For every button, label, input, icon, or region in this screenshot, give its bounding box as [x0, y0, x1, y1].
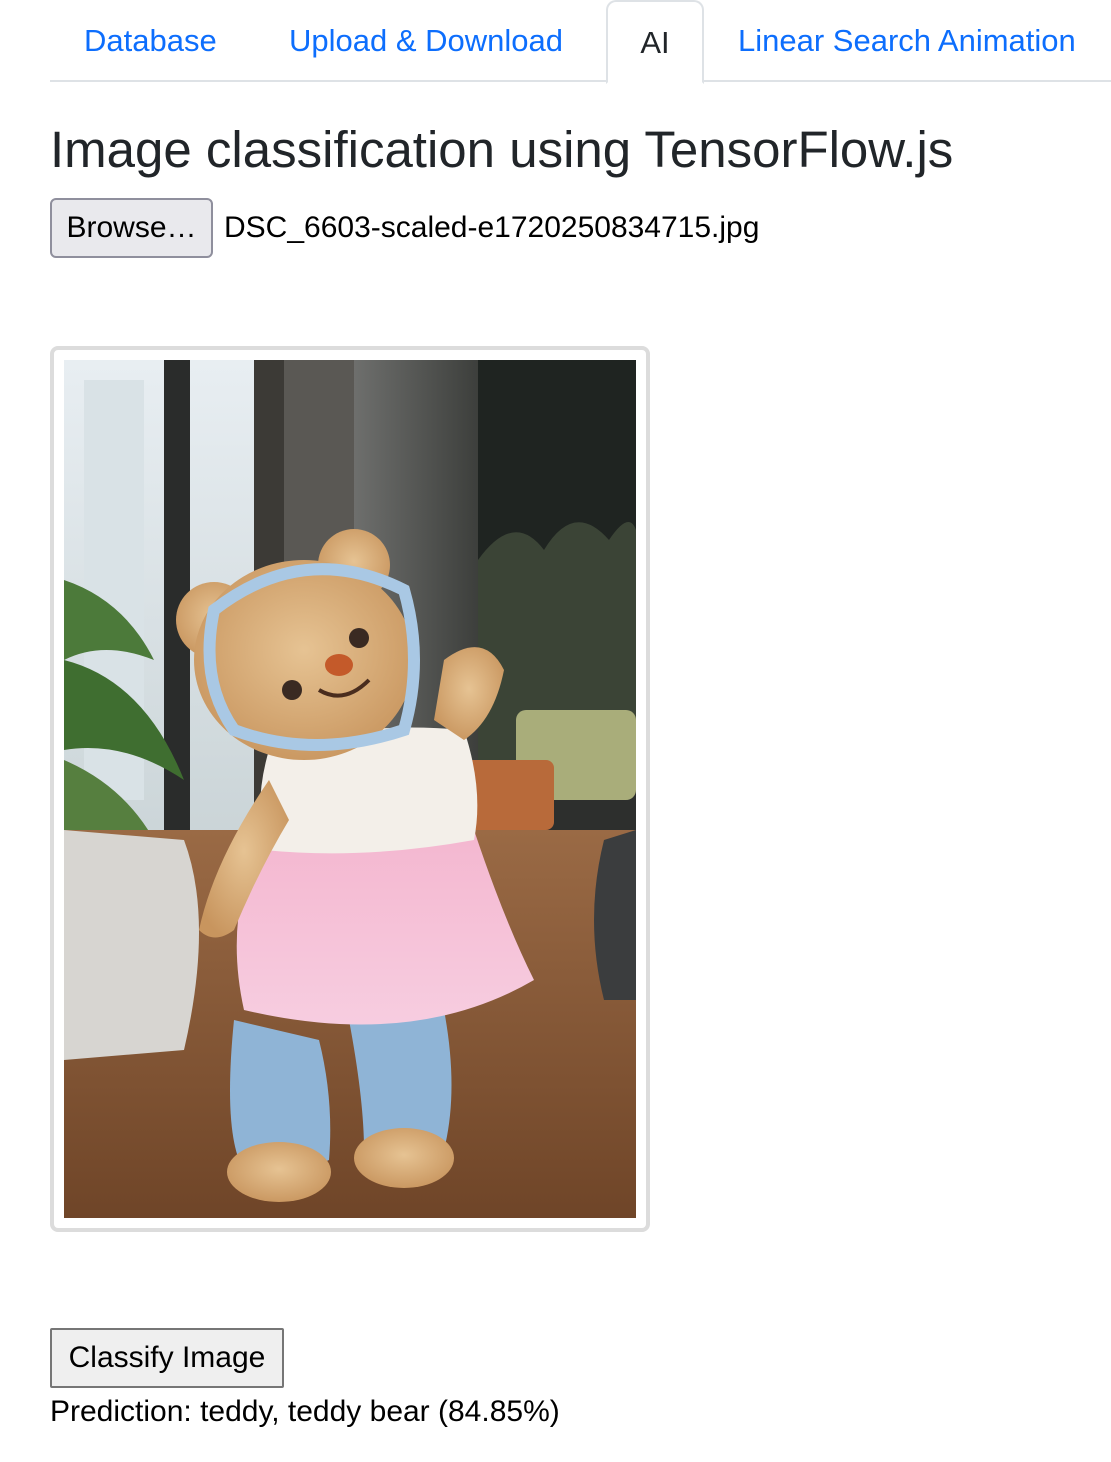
selected-file-name: DSC_6603-scaled-e1720250834715.jpg	[224, 211, 760, 244]
tab-database[interactable]: Database	[84, 0, 217, 82]
tab-bar: Database Upload & Download AI Linear Sea…	[50, 0, 1111, 84]
page: Database Upload & Download AI Linear Sea…	[0, 0, 1111, 1462]
prediction-result: Prediction: teddy, teddy bear (84.85%)	[50, 1395, 560, 1428]
image-preview	[64, 360, 636, 1218]
tab-ai[interactable]: AI	[606, 0, 704, 84]
image-preview-frame	[50, 346, 650, 1232]
classify-image-button[interactable]: Classify Image	[50, 1328, 284, 1388]
tab-linear-search-animation[interactable]: Linear Search Animation	[738, 0, 1076, 82]
tab-upload-download[interactable]: Upload & Download	[289, 0, 563, 82]
browse-button[interactable]: Browse…	[50, 198, 213, 258]
page-title: Image classification using TensorFlow.js	[50, 121, 954, 178]
